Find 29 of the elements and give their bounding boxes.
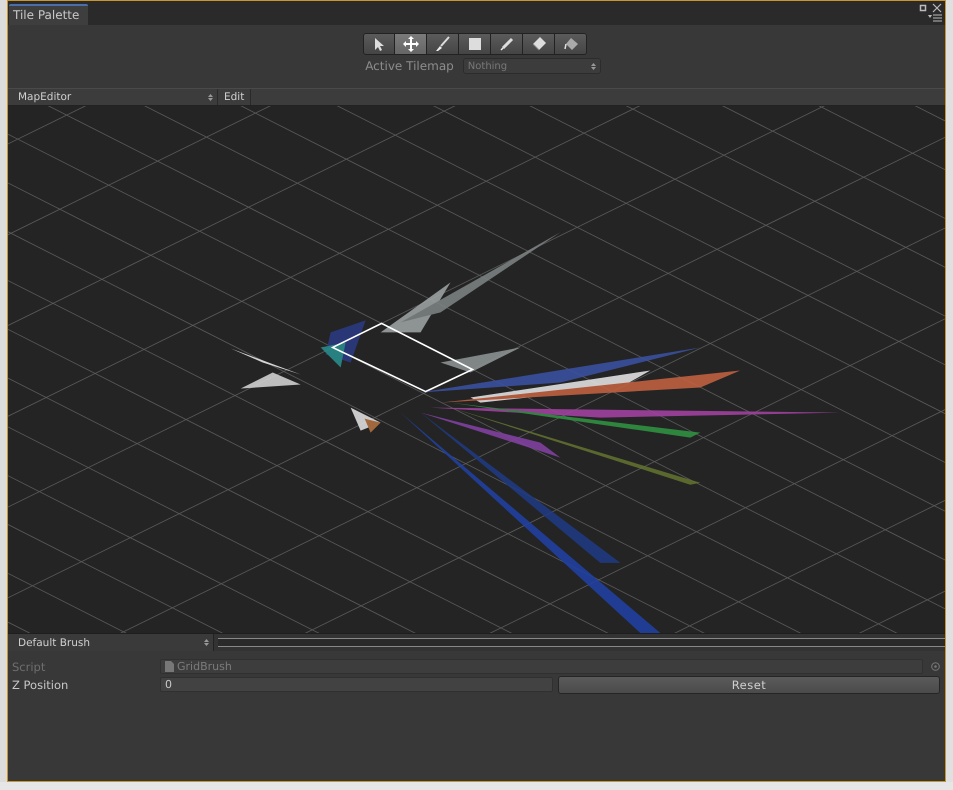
select-tool-button[interactable] bbox=[363, 33, 395, 55]
brush-icon bbox=[434, 36, 450, 52]
eraser-icon bbox=[530, 36, 546, 52]
box-tool-button[interactable] bbox=[459, 33, 491, 55]
dropdown-arrows-icon bbox=[590, 62, 596, 70]
maximize-icon[interactable] bbox=[919, 4, 928, 12]
picker-tool-button[interactable] bbox=[491, 33, 523, 55]
move-tool-button[interactable] bbox=[395, 33, 427, 55]
reset-button[interactable]: Reset bbox=[558, 676, 940, 694]
object-picker-icon[interactable] bbox=[931, 662, 940, 671]
script-file-icon bbox=[165, 661, 174, 672]
dropdown-arrows-icon bbox=[204, 639, 209, 646]
close-icon[interactable] bbox=[932, 3, 942, 13]
dropdown-arrows-icon bbox=[208, 94, 213, 100]
tile-palette-canvas[interactable] bbox=[8, 106, 945, 633]
window-tab[interactable]: Tile Palette bbox=[9, 4, 88, 25]
move-icon bbox=[402, 36, 418, 52]
menu-icon[interactable] bbox=[928, 14, 942, 22]
splitter-handle[interactable] bbox=[218, 638, 945, 647]
z-position-field[interactable]: 0 bbox=[160, 677, 553, 692]
active-tilemap-label: Active Tilemap bbox=[365, 59, 454, 73]
fill-tool-button[interactable] bbox=[555, 33, 587, 55]
square-icon bbox=[466, 36, 482, 52]
paint-tool-button[interactable] bbox=[427, 33, 459, 55]
erase-tool-button[interactable] bbox=[523, 33, 555, 55]
bucket-icon bbox=[562, 36, 578, 52]
brush-dropdown[interactable]: Default Brush bbox=[8, 634, 214, 651]
eyedropper-icon bbox=[498, 36, 514, 52]
property-label: Z Position bbox=[12, 678, 70, 692]
